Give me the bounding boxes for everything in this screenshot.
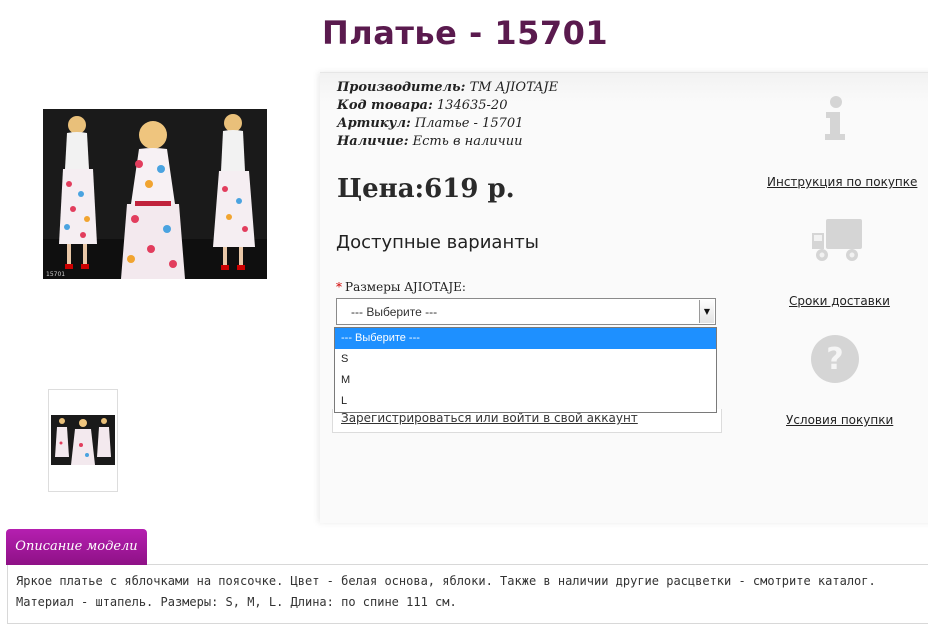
truck-icon [810,217,864,267]
product-code-value: 134635-20 [436,98,508,113]
product-title: Платье - 15701 [322,14,609,52]
delivery-link[interactable]: Сроки доставки [789,294,890,308]
size-select[interactable]: --- Выберите --- ▼ [336,298,716,325]
size-dropdown-list: --- Выберите --- S M L [334,327,717,413]
size-select-value: --- Выберите --- [351,305,438,319]
register-login-link[interactable]: Зарегистрироваться или войти в свой акка… [341,411,638,425]
size-option-s[interactable]: S [335,349,716,370]
manufacturer-line: Производитель: ТМ AJIOTAJE [337,80,558,95]
size-label: * Размеры AJIOTAJE: [336,280,466,294]
size-option-l[interactable]: L [335,391,716,412]
article-line: Артикул: Платье - 15701 [337,116,523,131]
terms-link[interactable]: Условия покупки [786,413,893,427]
description-text: Яркое платье с яблочками на поясочке. Цв… [16,574,876,609]
size-option-m[interactable]: M [335,370,716,391]
product-main-image[interactable]: 15701 [43,109,267,279]
size-option-placeholder[interactable]: --- Выберите --- [335,328,716,349]
product-price: Цена:619 р. [337,174,515,204]
svg-text:?: ? [826,342,843,377]
stock-value: Есть в наличии [412,134,523,149]
article-label: Артикул: [337,116,411,131]
image-caption: 15701 [46,271,65,278]
tab-description[interactable]: Описание модели [6,529,147,565]
product-code-line: Код товара: 134635-20 [337,98,507,113]
size-label-text: Размеры AJIOTAJE: [345,280,466,294]
manufacturer-label: Производитель: [337,80,466,95]
article-value: Платье - 15701 [414,116,524,131]
stock-label: Наличие: [337,134,409,149]
variants-heading: Доступные варианты [336,232,539,253]
instruction-link[interactable]: Инструкция по покупке [767,175,917,189]
question-icon: ? [810,334,860,388]
product-thumbnail[interactable] [48,389,118,492]
manufacturer-value: ТМ AJIOTAJE [469,80,559,95]
info-icon [822,96,848,144]
required-mark: * [336,280,342,294]
product-code-label: Код товара: [337,98,433,113]
chevron-down-icon[interactable]: ▼ [699,300,714,323]
stock-line: Наличие: Есть в наличии [337,134,522,149]
